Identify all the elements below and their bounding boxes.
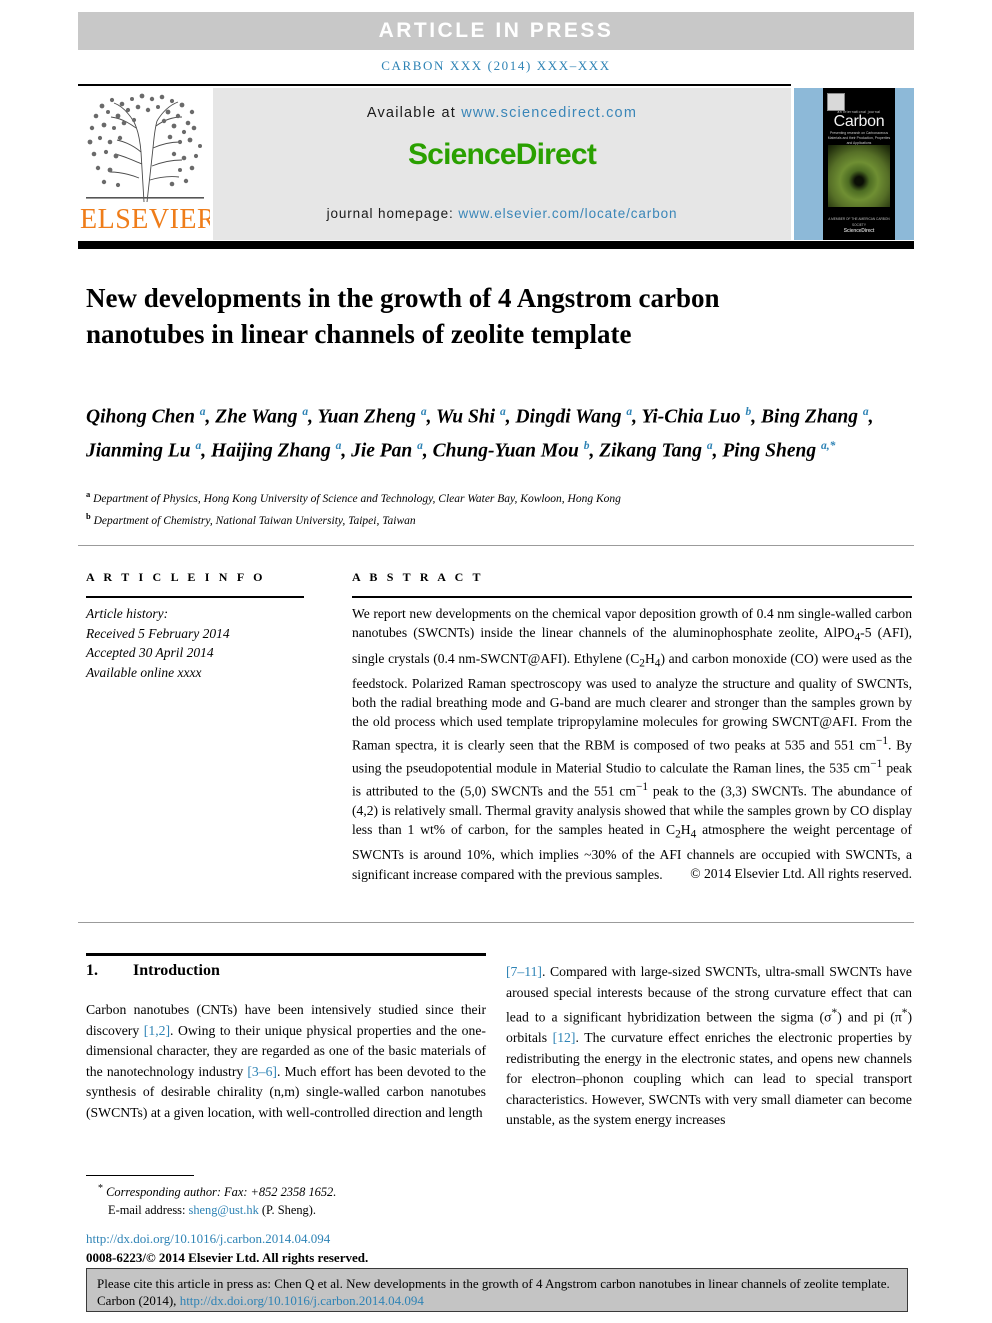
affiliation-list: a Department of Physics, Hong Kong Unive… bbox=[86, 486, 886, 530]
introduction-top-rule bbox=[86, 953, 486, 956]
journal-homepage-link[interactable]: www.elsevier.com/locate/carbon bbox=[458, 206, 677, 221]
cover-badge-icon bbox=[827, 93, 845, 111]
cover-subtitle: Presenting research on Carbonaceous Mate… bbox=[827, 131, 891, 145]
issn-copyright-line: 0008-6223/© 2014 Elsevier Ltd. All right… bbox=[86, 1250, 369, 1265]
sciencedirect-panel: Available at www.sciencedirect.com Scien… bbox=[213, 88, 791, 240]
page-title: New developments in the growth of 4 Angs… bbox=[86, 283, 720, 350]
citation-ref-3-6[interactable]: [3–6] bbox=[247, 1064, 277, 1079]
article-history-block: Article history: Received 5 February 201… bbox=[86, 604, 306, 682]
affiliation-a-text: Department of Physics, Hong Kong Univers… bbox=[93, 492, 621, 505]
email-address-suffix: (P. Sheng). bbox=[258, 1202, 316, 1217]
cover-footer-brand: ScienceDirect bbox=[843, 228, 875, 234]
section-title-introduction: Introduction bbox=[133, 962, 220, 979]
elsevier-tree-icon bbox=[86, 93, 204, 203]
sciencedirect-logo: ScienceDirect bbox=[407, 138, 597, 171]
cover-footer-society: A MEMBER OF THE AMERICAN CARBON SOCIETY bbox=[828, 217, 890, 227]
article-available-online: Available online xxxx bbox=[86, 664, 202, 680]
article-info-rule bbox=[86, 596, 304, 598]
journal-homepage-label: journal homepage: bbox=[326, 206, 459, 221]
please-cite-box: Please cite this article in press as: Ch… bbox=[86, 1268, 908, 1312]
article-in-press-banner: ARTICLE IN PRESS bbox=[78, 12, 914, 50]
article-in-press-label: ARTICLE IN PRESS bbox=[378, 19, 614, 42]
article-info-heading: A R T I C L E I N F O bbox=[86, 570, 266, 584]
footnote-rule bbox=[86, 1175, 194, 1176]
please-cite-text: Please cite this article in press as: Ch… bbox=[97, 1275, 899, 1309]
introduction-left-column: Carbon nanotubes (CNTs) have been intens… bbox=[86, 1002, 486, 1120]
introduction-right-column: [7–11]. Compared with large-sized SWCNTs… bbox=[506, 964, 913, 1128]
elsevier-logo: ELSEVIER bbox=[80, 88, 210, 240]
please-cite-doi-link[interactable]: http://dx.doi.org/10.1016/j.carbon.2014.… bbox=[180, 1293, 424, 1308]
sciencedirect-url-link[interactable]: www.sciencedirect.com bbox=[461, 105, 637, 121]
article-history-label: Article history: bbox=[86, 606, 169, 621]
abstract-heading: A B S T R A C T bbox=[352, 570, 484, 584]
abstract-rule bbox=[352, 596, 912, 598]
footnote-block: * Corresponding author: Fax: +852 2358 1… bbox=[86, 1180, 486, 1219]
abstract-text: We report new developments on the chemic… bbox=[352, 606, 912, 882]
email-line: E-mail address: sheng@ust.hk (P. Sheng). bbox=[86, 1202, 486, 1220]
article-accepted-date: Accepted 30 April 2014 bbox=[86, 645, 214, 660]
citation-ref-7-11[interactable]: [7–11] bbox=[506, 964, 542, 979]
affiliation-b: b Department of Chemistry, National Taiw… bbox=[86, 508, 886, 530]
article-page: ARTICLE IN PRESS CARBON XXX (2014) XXX–X… bbox=[0, 0, 992, 1323]
available-at-label: Available at bbox=[366, 105, 462, 121]
article-received-date: Received 5 February 2014 bbox=[86, 625, 230, 641]
section-number: 1. bbox=[86, 962, 98, 979]
header-bottom-rule bbox=[78, 241, 914, 249]
email-address-link[interactable]: sheng@ust.hk bbox=[189, 1203, 259, 1217]
footnote-star-marker: * bbox=[98, 1183, 103, 1194]
affiliation-a-marker: a bbox=[86, 489, 91, 499]
affiliation-b-marker: b bbox=[86, 510, 91, 521]
cover-footer: A MEMBER OF THE AMERICAN CARBON SOCIETY … bbox=[823, 216, 895, 234]
available-at-line: Available at www.sciencedirect.com bbox=[213, 105, 791, 121]
citation-ref-1-2[interactable]: [1,2] bbox=[144, 1023, 170, 1038]
affiliation-b-text: Department of Chemistry, National Taiwan… bbox=[93, 514, 416, 527]
email-address-label: E-mail address: bbox=[108, 1202, 189, 1217]
cover-journal-title: Carbon bbox=[833, 113, 885, 130]
citation-ref-12[interactable]: [12] bbox=[553, 1030, 576, 1045]
cover-artwork: an international journal Carbon Presenti… bbox=[823, 88, 895, 240]
journal-homepage-line: journal homepage: www.elsevier.com/locat… bbox=[213, 206, 791, 221]
abstract-section-bottom-rule bbox=[78, 922, 914, 923]
doi-link[interactable]: http://dx.doi.org/10.1016/j.carbon.2014.… bbox=[86, 1231, 330, 1247]
corresponding-author-note: * Corresponding author: Fax: +852 2358 1… bbox=[86, 1180, 486, 1202]
cover-photo-image bbox=[828, 145, 890, 207]
author-list: Qihong Chen a, Zhe Wang a, Yuan Zheng a,… bbox=[86, 406, 874, 461]
journal-running-head: CARBON XXX (2014) XXX–XXX bbox=[381, 58, 611, 73]
affiliation-a: a Department of Physics, Hong Kong Unive… bbox=[86, 486, 886, 508]
abstract-section-top-rule bbox=[78, 545, 914, 546]
corresponding-author-text: Corresponding author: Fax: +852 2358 165… bbox=[106, 1185, 337, 1200]
abstract-copyright: © 2014 Elsevier Ltd. All rights reserved… bbox=[690, 866, 912, 881]
journal-cover-thumbnail: an international journal Carbon Presenti… bbox=[794, 88, 914, 240]
header-top-rule bbox=[78, 84, 791, 86]
elsevier-wordmark: ELSEVIER bbox=[80, 204, 210, 235]
